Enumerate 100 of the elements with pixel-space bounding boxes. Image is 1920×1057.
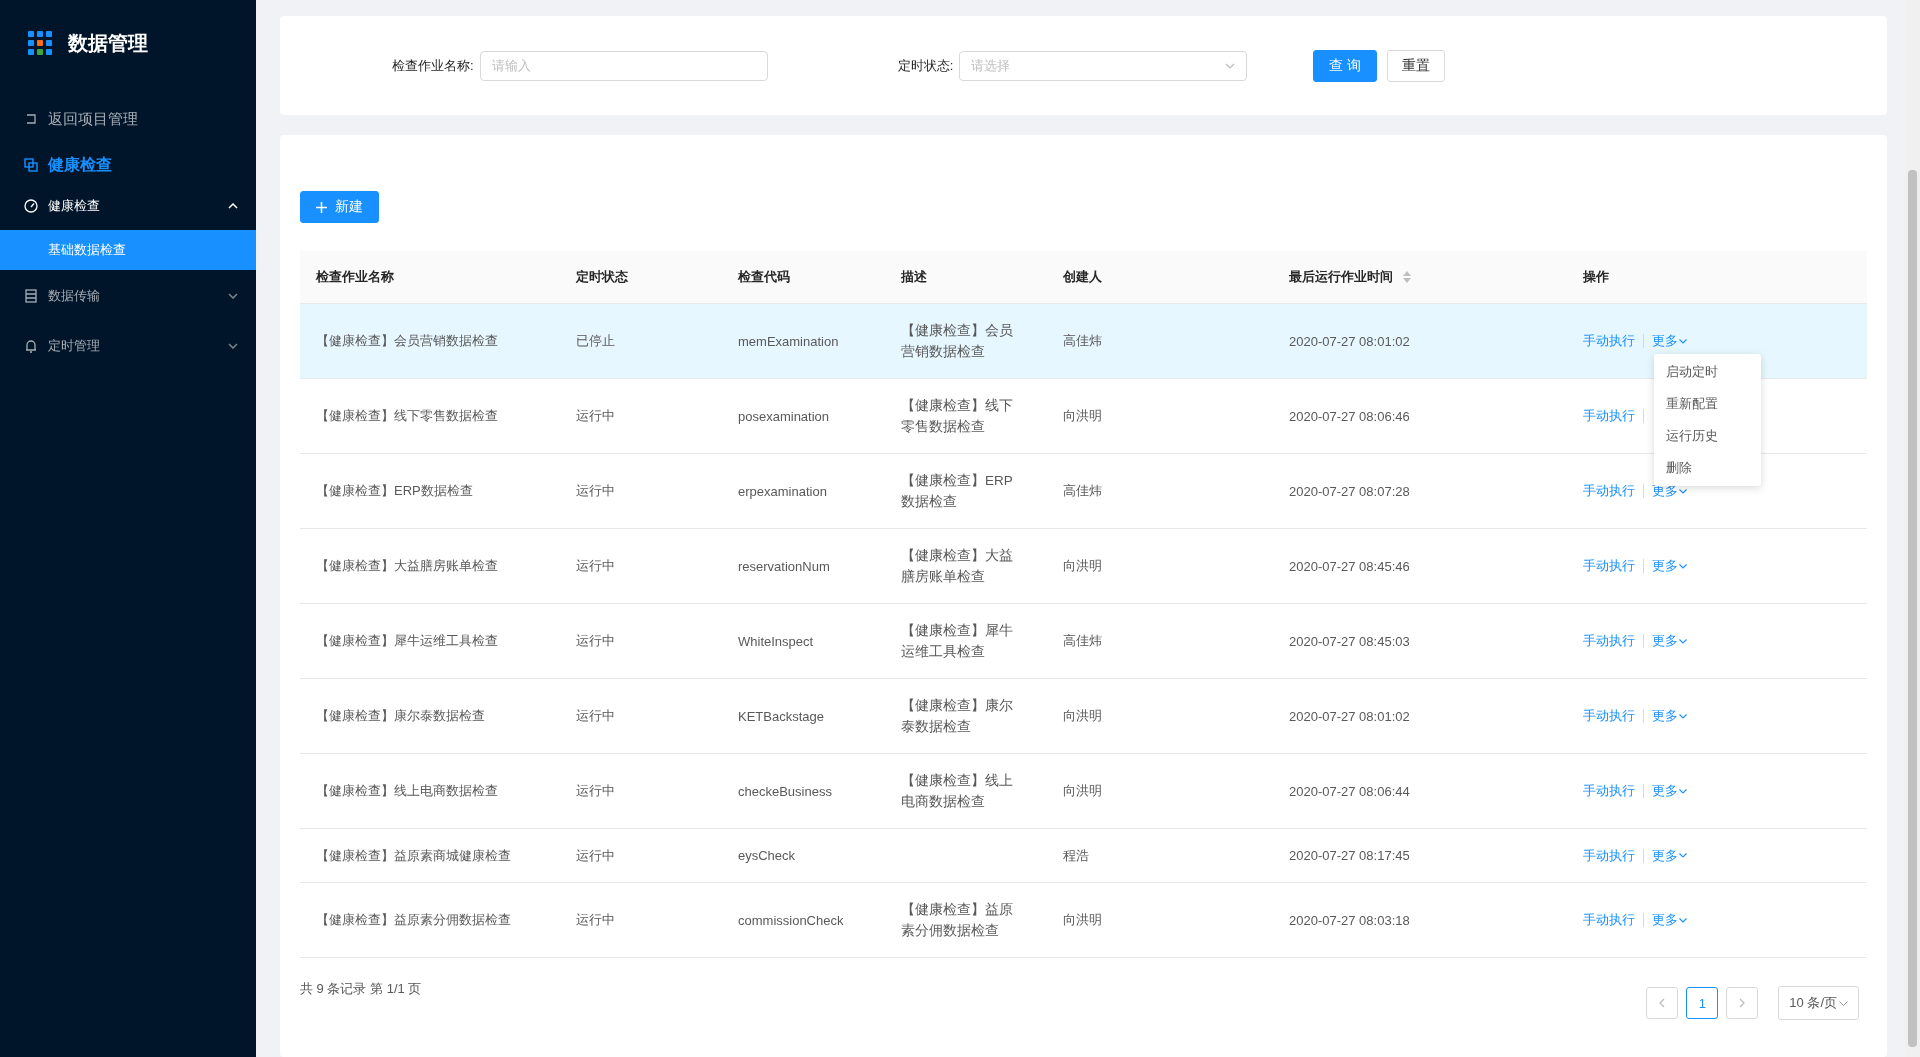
- table-cell: 运行中: [576, 557, 615, 575]
- prev-page-button[interactable]: [1646, 987, 1679, 1019]
- submenu-item[interactable]: 基础数据检查: [0, 230, 256, 270]
- list-icon: [24, 289, 38, 303]
- table-cell: 向洪明: [1063, 782, 1102, 800]
- column-header: 操作: [1583, 268, 1609, 286]
- table-cell: reservationNum: [738, 558, 830, 574]
- menu-option[interactable]: 删除: [1654, 452, 1761, 484]
- table-cell: erpexamination: [738, 483, 827, 499]
- table-cell: 高佳炜: [1063, 332, 1102, 350]
- more-link[interactable]: 更多: [1652, 782, 1687, 800]
- more-link[interactable]: 更多: [1652, 632, 1687, 650]
- table-cell: 【健康检查】线下零售数据检查: [316, 407, 498, 425]
- page-button[interactable]: 1: [1686, 987, 1719, 1019]
- menu-option[interactable]: 重新配置: [1654, 388, 1761, 420]
- chevron-down-icon: [1679, 488, 1687, 494]
- app-title: 数据管理: [68, 30, 148, 56]
- run-link[interactable]: 手动执行: [1583, 407, 1635, 425]
- table-cell: 2020-07-27 08:06:46: [1289, 408, 1410, 424]
- scrollbar-thumb[interactable]: [1908, 170, 1917, 1047]
- table-cell: 【健康检查】会员营销数据检查: [316, 332, 498, 350]
- run-link[interactable]: 手动执行: [1583, 782, 1635, 800]
- table-cell: 向洪明: [1063, 911, 1102, 929]
- input-field[interactable]: 请输入: [479, 50, 768, 81]
- chevron-down-icon: [1839, 1000, 1848, 1006]
- table-cell-text: 【健康检查】犀牛运维工具检查: [901, 622, 1014, 661]
- field-label: 定时状态:: [897, 56, 954, 75]
- chevron-down-icon: [1679, 638, 1687, 644]
- table-cell: 向洪明: [1063, 707, 1102, 725]
- run-link[interactable]: 手动执行: [1583, 707, 1635, 725]
- table-cell: 2020-07-27 08:03:18: [1289, 912, 1410, 928]
- table-cell: 【健康检查】大益膳房账单检查: [316, 557, 498, 575]
- table-cell: checkeBusiness: [738, 783, 832, 799]
- table-cell: 运行中: [576, 911, 615, 929]
- back-link[interactable]: 返回项目管理: [0, 104, 144, 134]
- run-link[interactable]: 手动执行: [1583, 911, 1635, 929]
- table-cell: 2020-07-27 08:45:46: [1289, 558, 1410, 574]
- return-icon: [24, 112, 38, 126]
- table-cell: 运行中: [576, 782, 615, 800]
- run-link[interactable]: 手动执行: [1583, 632, 1635, 650]
- menu-item[interactable]: 健康检查: [0, 182, 256, 230]
- reset-button[interactable]: 重置: [1387, 49, 1446, 82]
- table-cell: commissionCheck: [738, 912, 844, 928]
- run-link[interactable]: 手动执行: [1583, 332, 1635, 350]
- more-link[interactable]: 更多: [1652, 557, 1687, 575]
- table-cell-text: 【健康检查】ERP数据检查: [901, 472, 1014, 511]
- grid-logo-icon: [28, 31, 52, 55]
- table-cell: 【健康检查】ERP数据检查: [316, 482, 473, 500]
- table-cell: 【健康检查】康尔泰数据检查: [316, 707, 485, 725]
- new-button[interactable]: 新建: [300, 191, 379, 223]
- column-header: 描述: [901, 268, 927, 286]
- run-link[interactable]: 手动执行: [1583, 557, 1635, 575]
- column-header: 检查作业名称: [316, 268, 394, 286]
- table-cell: 向洪明: [1063, 407, 1102, 425]
- gauge-icon: [24, 199, 38, 213]
- chevron-down-icon: [1679, 917, 1687, 923]
- chevron-down-icon: [1679, 713, 1687, 719]
- table-cell: KETBackstage: [738, 708, 824, 724]
- menu-option[interactable]: 启动定时: [1654, 356, 1761, 388]
- table-cell-text: 【健康检查】线上电商数据检查: [901, 772, 1014, 811]
- more-link[interactable]: 更多: [1652, 911, 1687, 929]
- table-cell: 2020-07-27 08:01:02: [1289, 708, 1410, 724]
- chevron-down-icon: [228, 293, 238, 299]
- table-cell: 向洪明: [1063, 557, 1102, 575]
- table-cell-text: 【健康检查】会员营销数据检查: [901, 322, 1014, 361]
- chevron-left-icon: [1659, 998, 1666, 1008]
- menu-item[interactable]: 定时管理: [0, 322, 256, 370]
- table-cell: 2020-07-27 08:01:02: [1289, 333, 1410, 349]
- table-cell: 运行中: [576, 632, 615, 650]
- table-cell: 运行中: [576, 407, 615, 425]
- chevron-up-icon: [228, 203, 238, 209]
- search-button[interactable]: 查 询: [1313, 49, 1378, 82]
- next-page-button[interactable]: [1726, 987, 1759, 1019]
- menu-item[interactable]: 数据传输: [0, 272, 256, 320]
- select-field[interactable]: 请选择: [959, 50, 1248, 81]
- table-cell: 2020-07-27 08:17:45: [1289, 848, 1410, 863]
- chevron-down-icon: [1679, 338, 1687, 344]
- table-cell-text: 【健康检查】益原素分佣数据检查: [901, 901, 1014, 940]
- chevron-down-icon: [228, 343, 238, 349]
- table-cell: 【健康检查】益原素分佣数据检查: [316, 911, 511, 929]
- table-cell: 高佳炜: [1063, 482, 1102, 500]
- chevron-down-icon: [1679, 788, 1687, 794]
- page-size-select[interactable]: 10 条/页: [1778, 986, 1859, 1020]
- table-cell: memExamination: [738, 333, 839, 349]
- chevron-down-icon: [1679, 853, 1687, 858]
- run-link[interactable]: 手动执行: [1583, 846, 1635, 865]
- column-header: 创建人: [1063, 268, 1102, 286]
- table-cell: 【健康检查】线上电商数据检查: [316, 782, 498, 800]
- more-link[interactable]: 更多: [1652, 707, 1687, 725]
- more-link[interactable]: 更多: [1652, 332, 1687, 350]
- field-label: 检查作业名称:: [392, 56, 474, 75]
- section-title: 健康检查: [48, 154, 112, 175]
- menu-option[interactable]: 运行历史: [1654, 420, 1761, 452]
- scrollbar[interactable]: [1905, 0, 1920, 1057]
- more-link[interactable]: 更多: [1652, 846, 1687, 865]
- run-link[interactable]: 手动执行: [1583, 482, 1635, 500]
- table-cell: 2020-07-27 08:06:44: [1289, 783, 1410, 799]
- table-cell: posexamination: [738, 408, 830, 424]
- sort-icon[interactable]: [1403, 271, 1411, 283]
- chevron-down-icon: [1679, 563, 1687, 569]
